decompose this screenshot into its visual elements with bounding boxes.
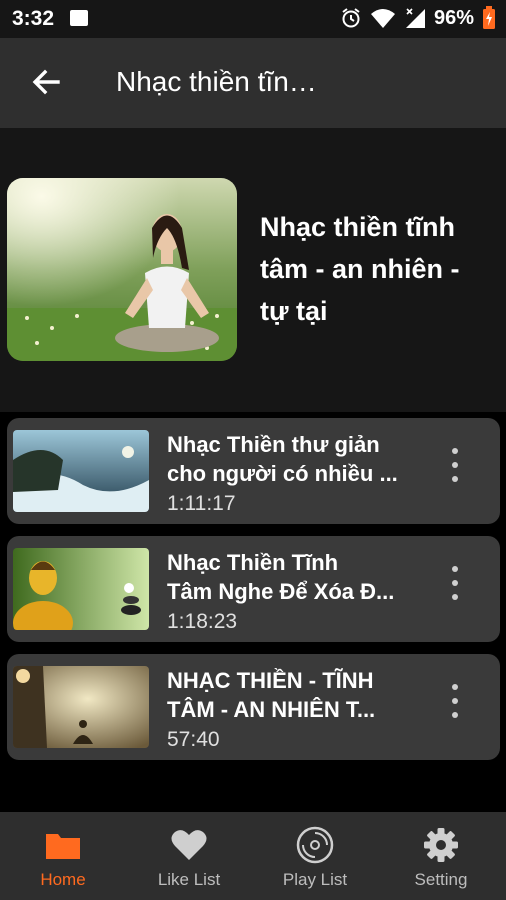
disc-icon — [296, 826, 334, 864]
more-options-icon[interactable] — [445, 566, 465, 612]
bottom-navigation: Home Like List Play List Setting — [0, 812, 506, 900]
battery-percent: 96% — [433, 6, 474, 29]
video-thumbnail — [13, 430, 149, 512]
page-title: Nhạc thiền tĩn… — [116, 66, 317, 97]
playlist-cover-image — [7, 178, 237, 361]
video-title: Nhạc Thiền thư giản cho người có nhiều ..… — [167, 432, 398, 486]
heart-icon — [171, 830, 207, 860]
wifi-icon — [370, 9, 395, 28]
video-title: Nhạc Thiền Tĩnh Tâm Nghe Để Xóa Đ... — [167, 550, 395, 604]
status-bar: 3:32 96% — [0, 0, 506, 38]
more-options-icon[interactable] — [445, 684, 465, 730]
list-item[interactable]: Nhạc Thiền Tĩnh Tâm Nghe Để Xóa Đ... 1:18… — [7, 536, 500, 642]
nav-play-list[interactable]: Play List — [252, 812, 378, 900]
signal-icon — [405, 8, 425, 28]
folder-icon — [46, 834, 80, 859]
playlist-header: Nhạc thiền tĩnh tâm - an nhiên - tự tại — [0, 128, 506, 412]
video-duration: 57:40 — [167, 728, 220, 751]
video-title: NHẠC THIỀN - TĨNH TÂM - AN NHIÊN T... — [167, 668, 376, 722]
app-bar: Nhạc thiền tĩn… — [0, 38, 506, 128]
list-item[interactable]: Nhạc Thiền thư giản cho người có nhiều ..… — [7, 418, 500, 524]
status-time: 3:32 — [12, 7, 55, 30]
arrow-left-icon[interactable] — [28, 64, 64, 100]
list-item[interactable]: NHẠC THIỀN - TĨNH TÂM - AN NHIÊN T... 57:… — [7, 654, 500, 760]
video-thumbnail — [13, 548, 149, 630]
alarm-icon — [342, 8, 360, 28]
more-options-icon[interactable] — [445, 448, 465, 494]
nav-like-list[interactable]: Like List — [126, 812, 252, 900]
battery-icon — [483, 6, 495, 29]
video-thumbnail — [13, 666, 149, 748]
nav-setting[interactable]: Setting — [378, 812, 504, 900]
video-duration: 1:18:23 — [167, 610, 238, 633]
playlist-title: Nhạc thiền tĩnh tâm - an nhiên - tự tại — [260, 212, 460, 326]
video-duration: 1:11:17 — [167, 492, 236, 515]
nav-home[interactable]: Home — [0, 812, 126, 900]
status-icons: 96% — [340, 6, 496, 30]
image-icon — [70, 10, 88, 26]
gear-icon — [424, 828, 458, 862]
